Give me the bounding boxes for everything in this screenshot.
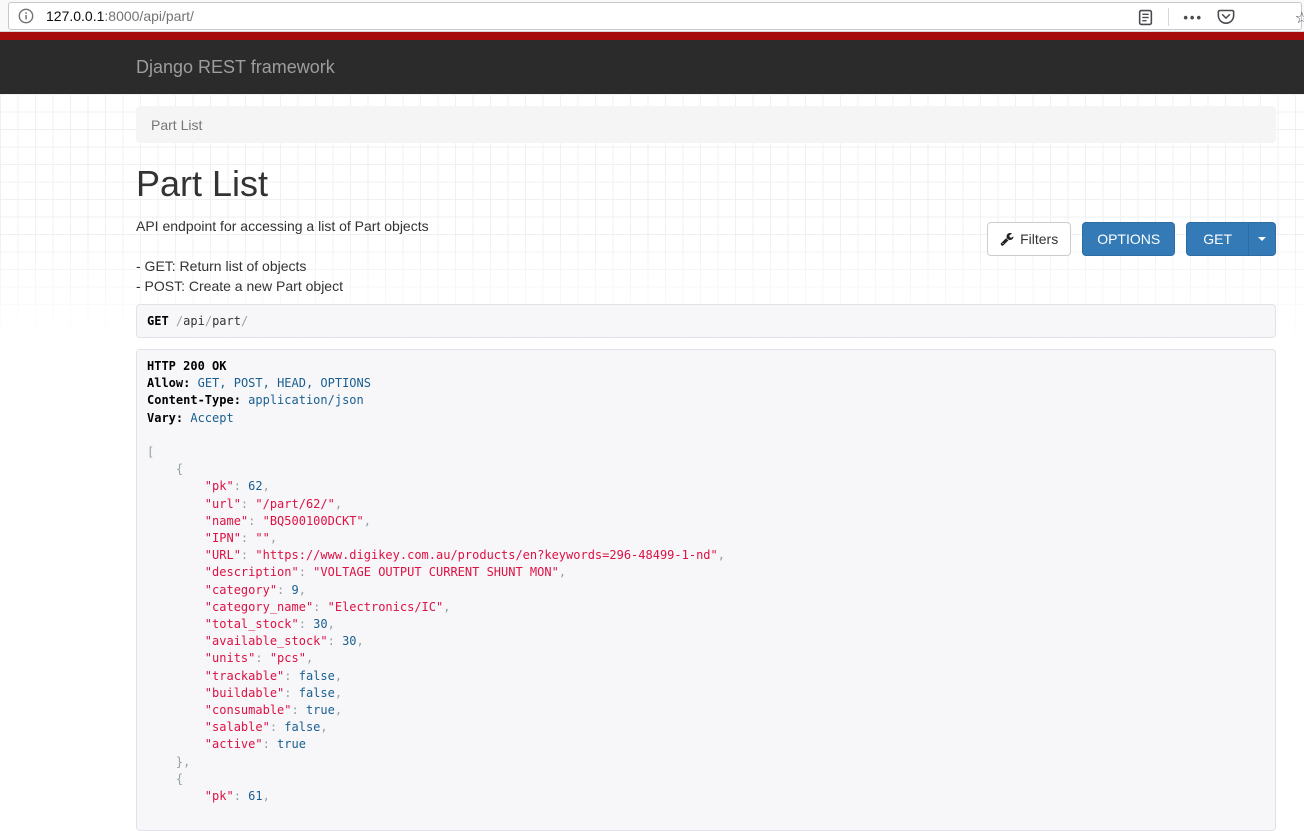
toolbar-separator — [1168, 8, 1169, 26]
request-line: GET /api/part/ — [136, 304, 1276, 338]
pocket-icon[interactable] — [1217, 8, 1235, 26]
bookmark-star-icon[interactable]: ☆ — [1295, 8, 1304, 28]
note-post: - POST: Create a new Part object — [136, 276, 1276, 296]
breadcrumb: Part List — [136, 106, 1276, 143]
action-buttons: Filters OPTIONS GET — [987, 222, 1276, 256]
url-domain: 127.0.0.1 — [46, 8, 104, 24]
get-dropdown-button[interactable] — [1248, 222, 1276, 256]
breadcrumb-current: Part List — [151, 117, 202, 133]
endpoint-notes: - GET: Return list of objects - POST: Cr… — [136, 256, 1276, 296]
site-info-icon[interactable] — [18, 8, 34, 24]
app-navbar: Django REST framework — [0, 40, 1304, 94]
reader-mode-icon[interactable] — [1137, 9, 1154, 26]
navbar-brand[interactable]: Django REST framework — [136, 40, 335, 94]
page-title: Part List — [136, 165, 1276, 203]
url-path: :8000/api/part/ — [104, 8, 194, 24]
browser-toolbar: 127.0.0.1:8000/api/part/ ••• ☆ — [0, 0, 1304, 32]
response-body: HTTP 200 OK Allow: GET, POST, HEAD, OPTI… — [136, 349, 1276, 831]
url-text: 127.0.0.1:8000/api/part/ — [46, 8, 194, 24]
filters-label: Filters — [1020, 231, 1058, 247]
theme-accent-bar — [0, 32, 1304, 40]
address-bar[interactable]: 127.0.0.1:8000/api/part/ ••• ☆ — [8, 2, 1302, 30]
content-container: Part List Part List Filters OPTIONS GET … — [136, 106, 1276, 831]
get-button[interactable]: GET — [1186, 222, 1249, 256]
chevron-down-icon — [1258, 237, 1266, 241]
wrench-icon — [1000, 232, 1014, 246]
note-get: - GET: Return list of objects — [136, 256, 1276, 276]
page-actions-icon[interactable]: ••• — [1183, 10, 1203, 25]
options-button[interactable]: OPTIONS — [1082, 222, 1175, 256]
get-split-button: GET — [1186, 222, 1276, 256]
filters-button[interactable]: Filters — [987, 222, 1071, 256]
